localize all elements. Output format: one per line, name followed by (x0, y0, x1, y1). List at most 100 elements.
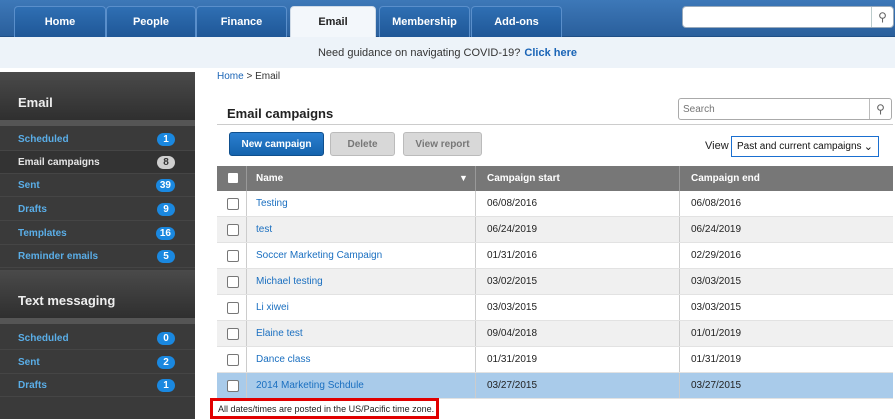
sidebar-item-label: Drafts (18, 203, 47, 215)
column-divider (246, 295, 247, 320)
view-label: View (705, 140, 729, 152)
sidebar-heading-text-messaging: Text messaging (0, 270, 195, 318)
tab-email[interactable]: Email (290, 6, 376, 37)
table-row[interactable]: Testing 06/08/2016 06/08/2016 (217, 191, 893, 217)
column-header-start[interactable]: Campaign start (487, 166, 560, 191)
sidebar-item-label: Scheduled (18, 133, 69, 145)
tab-membership[interactable]: Membership (379, 6, 470, 37)
column-divider (246, 191, 247, 216)
campaign-search-input[interactable] (683, 100, 873, 118)
sidebar: Email Scheduled 1 Email campaigns 8 Sent… (0, 72, 195, 419)
title-divider (217, 124, 893, 125)
column-header-name[interactable]: Name (256, 166, 283, 191)
sidebar-item-scheduled[interactable]: Scheduled 1 (0, 128, 195, 151)
sidebar-item-email-campaigns[interactable]: Email campaigns 8 (0, 151, 195, 174)
count-badge: 0 (157, 332, 175, 345)
row-checkbox[interactable] (227, 302, 239, 314)
row-checkbox[interactable] (227, 276, 239, 288)
view-filter-select[interactable]: Past and current campaigns ⌄ (731, 136, 879, 157)
row-checkbox[interactable] (227, 354, 239, 366)
campaign-end: 01/31/2019 (691, 354, 742, 365)
sidebar-item-reminder-emails[interactable]: Reminder emails 5 (0, 245, 195, 268)
column-divider (475, 295, 476, 320)
tab-home[interactable]: Home (14, 6, 106, 37)
campaign-start: 06/24/2019 (487, 224, 538, 235)
column-divider (475, 321, 476, 346)
new-campaign-button[interactable]: New campaign (229, 132, 324, 156)
search-icon[interactable]: ⚲ (869, 99, 891, 119)
tab-people[interactable]: People (106, 6, 196, 37)
sort-desc-icon[interactable]: ▼ (459, 173, 468, 183)
column-divider (246, 321, 247, 346)
banner-link[interactable]: Click here (524, 47, 577, 59)
campaign-name-link[interactable]: Elaine test (256, 321, 303, 346)
row-checkbox[interactable] (227, 328, 239, 340)
campaign-start: 03/03/2015 (487, 302, 538, 313)
table-row[interactable]: test 06/24/2019 06/24/2019 (217, 217, 893, 243)
table-row[interactable]: Elaine test 09/04/2018 01/01/2019 (217, 321, 893, 347)
sidebar-item-templates[interactable]: Templates 16 (0, 222, 195, 245)
campaign-end: 02/29/2016 (691, 250, 742, 261)
campaign-start: 06/08/2016 (487, 198, 538, 209)
sidebar-item-label: Sent (18, 179, 40, 191)
column-divider (679, 347, 680, 372)
sidebar-item-text-sent[interactable]: Sent 2 (0, 351, 195, 374)
table-row[interactable]: Dance class 01/31/2019 01/31/2019 (217, 347, 893, 373)
view-report-button[interactable]: View report (403, 132, 482, 156)
row-checkbox[interactable] (227, 380, 239, 392)
campaign-search: ⚲ (678, 98, 892, 120)
count-badge: 2 (157, 356, 175, 369)
table-row[interactable]: 2014 Marketing Schdule 03/27/2015 03/27/… (217, 373, 893, 399)
count-badge: 5 (157, 250, 175, 263)
sidebar-divider (0, 120, 195, 126)
column-divider (246, 166, 247, 191)
delete-button[interactable]: Delete (330, 132, 395, 156)
column-divider (246, 269, 247, 294)
row-checkbox[interactable] (227, 224, 239, 236)
table-row[interactable]: Soccer Marketing Campaign 01/31/2016 02/… (217, 243, 893, 269)
campaign-name-link[interactable]: 2014 Marketing Schdule (256, 373, 364, 398)
tab-addons[interactable]: Add-ons (471, 6, 562, 37)
sidebar-item-drafts[interactable]: Drafts 9 (0, 198, 195, 221)
column-divider (246, 243, 247, 268)
campaign-name-link[interactable]: Dance class (256, 347, 310, 372)
campaign-name-link[interactable]: test (256, 217, 272, 242)
campaign-end: 01/01/2019 (691, 328, 742, 339)
column-divider (679, 321, 680, 346)
column-divider (679, 373, 680, 398)
column-divider (475, 269, 476, 294)
row-checkbox[interactable] (227, 198, 239, 210)
table-row[interactable]: Li xiwei 03/03/2015 03/03/2015 (217, 295, 893, 321)
campaign-name-link[interactable]: Michael testing (256, 269, 323, 294)
campaign-name-link[interactable]: Soccer Marketing Campaign (256, 243, 382, 268)
campaign-end: 03/03/2015 (691, 276, 742, 287)
sidebar-item-sent[interactable]: Sent 39 (0, 174, 195, 197)
column-divider (679, 295, 680, 320)
sidebar-item-label: Scheduled (18, 332, 69, 344)
campaign-end: 06/24/2019 (691, 224, 742, 235)
search-icon[interactable]: ⚲ (871, 7, 893, 27)
row-checkbox[interactable] (227, 250, 239, 262)
column-header-end[interactable]: Campaign end (691, 166, 760, 191)
select-all-checkbox[interactable] (227, 172, 239, 184)
tab-finance[interactable]: Finance (196, 6, 287, 37)
sidebar-divider (0, 318, 195, 324)
breadcrumb-separator: > (246, 71, 253, 82)
sidebar-item-text-drafts[interactable]: Drafts 1 (0, 374, 195, 397)
column-divider (246, 347, 247, 372)
sidebar-item-text-scheduled[interactable]: Scheduled 0 (0, 327, 195, 350)
column-divider (475, 373, 476, 398)
campaign-end: 06/08/2016 (691, 198, 742, 209)
sidebar-item-label: Sent (18, 356, 40, 368)
table-header: Name ▼ Campaign start Campaign end (217, 166, 893, 191)
campaign-name-link[interactable]: Li xiwei (256, 295, 289, 320)
campaign-name-link[interactable]: Testing (256, 191, 288, 216)
count-badge: 1 (157, 133, 175, 146)
breadcrumb-home-link[interactable]: Home (217, 71, 244, 82)
table-row[interactable]: Michael testing 03/02/2015 03/03/2015 (217, 269, 893, 295)
global-search-input[interactable]: ⚲ (682, 6, 894, 28)
top-nav: Home People Finance Email Membership Add… (0, 0, 895, 37)
column-divider (679, 166, 680, 191)
column-divider (475, 243, 476, 268)
sidebar-item-label: Email campaigns (18, 156, 100, 168)
